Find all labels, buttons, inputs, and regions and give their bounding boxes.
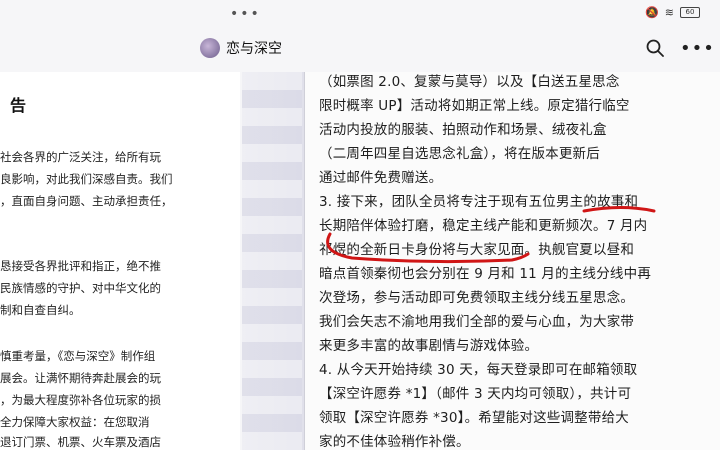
- left-line: ，为最大程度弥补各位玩家的损: [0, 393, 161, 407]
- left-line: 社会各界的广泛关注，给所有玩: [0, 150, 161, 164]
- app-header[interactable]: 恋与深空: [200, 38, 282, 58]
- doc-line: （二周年四星自选思念礼盒），将在版本更新后: [319, 146, 600, 162]
- battery-icon: 60: [680, 7, 700, 18]
- left-line: 民族情感的守护、对中华文化的: [0, 281, 161, 295]
- left-line: 退订门票、机票、火车票及酒店: [0, 435, 161, 449]
- doc-line: 我们会矢志不渝地用我们全部的爱与心血，为大家带: [319, 314, 635, 330]
- wifi-icon: ≋: [664, 6, 674, 19]
- doc-line: 来更多丰富的故事剧情与游戏体验。: [319, 338, 539, 354]
- search-icon[interactable]: [646, 39, 664, 57]
- doc-line: 【深空许愿券 *1】（邮件 3 天内均可领取），共计可: [319, 386, 632, 402]
- doc-line: 通过邮件免费赠送。: [319, 170, 443, 186]
- doc-line: 3. 接下来，团队全员将专注于现有五位男主的故事和: [319, 194, 639, 210]
- mute-icon: 🔕: [645, 6, 659, 19]
- doc-line: 祁煜的全新日卡身份将与大家见面。执舰官夏以昼和: [319, 242, 635, 258]
- left-line: 良影响，对此我们深感自责。我们: [0, 172, 173, 186]
- avatar[interactable]: [200, 38, 220, 58]
- more-icon[interactable]: •••: [680, 38, 715, 59]
- doc-line: 领取【深空许愿券 *30】。希望能对这些调整带给大: [319, 410, 629, 426]
- left-line: 展会。让满怀期待奔赴展会的玩: [0, 371, 161, 385]
- left-heading: 告: [10, 96, 27, 115]
- doc-line: 活动内投放的服装、拍照动作和场景、绒夜礼盒: [319, 122, 607, 138]
- left-line: 制和自查自纠。: [0, 303, 81, 317]
- status-bar: 🔕 ≋ 60: [645, 6, 700, 19]
- doc-line: 暗点首领秦彻也会分别在 9 月和 11 月的主线分线中再: [319, 266, 652, 282]
- left-line: 慎重考量，《恋与深空》制作组: [0, 349, 156, 363]
- doc-line: 次登场，参与活动即可免费领取主线分线五星思念。: [319, 290, 635, 306]
- left-document-panel: 告 社会各界的广泛关注，给所有玩 良影响，对此我们深感自责。我们 ，直面自身问题…: [0, 72, 240, 450]
- left-line: 全力保障大家权益：在您取消: [0, 415, 150, 429]
- doc-line: 长期陪伴体验打磨，稳定主线产能和更新频次。7 月内: [319, 218, 648, 234]
- window-menu-dots[interactable]: •••: [230, 6, 261, 22]
- left-line: ，直面自身问题、主动承担责任，: [0, 194, 173, 208]
- top-bar: ••• 🔕 ≋ 60 恋与深空 •••: [0, 0, 720, 72]
- scanned-document: （如票图 2.0、复蒙与莫导）以及【白送五星思念 限时概率 UP】活动将如期正常…: [304, 72, 720, 450]
- page-title: 恋与深空: [226, 41, 282, 57]
- doc-line: 4. 从今天开始持续 30 天，每天登录即可在邮箱领取: [319, 362, 638, 378]
- decorative-border: [242, 72, 302, 450]
- image-frame: （如票图 2.0、复蒙与莫导）以及【白送五星思念 限时概率 UP】活动将如期正常…: [242, 72, 720, 450]
- doc-line: 家的不佳体验稍作补偿。: [319, 434, 470, 450]
- doc-line: 限时概率 UP】活动将如期正常上线。原定猎行临空: [319, 98, 630, 114]
- left-line: 恳接受各界批评和指正，绝不推: [0, 259, 161, 273]
- doc-line: （如票图 2.0、复蒙与莫导）以及【白送五星思念: [319, 74, 620, 90]
